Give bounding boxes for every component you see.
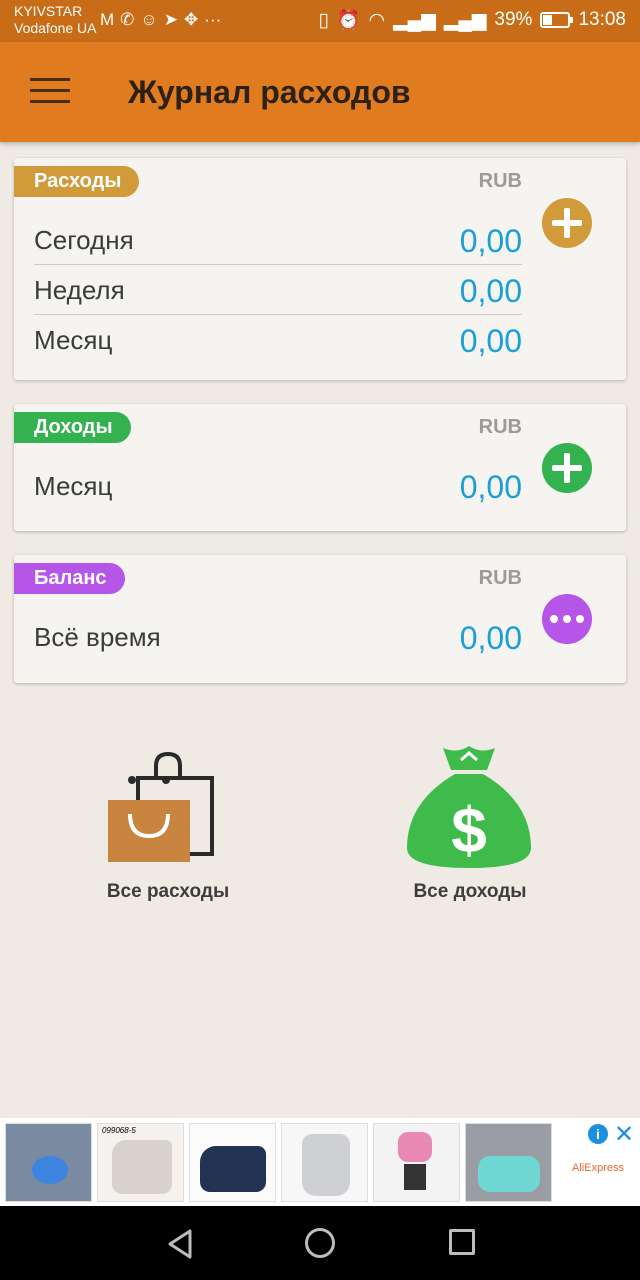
money-bag-icon: $ (407, 746, 531, 868)
gmail-icon: M (100, 10, 115, 29)
more-icon: ··· (204, 10, 222, 29)
telegram-icon: ➤ (163, 10, 179, 29)
row-label: Всё время (34, 622, 161, 652)
row-value: 0,00 (459, 323, 522, 359)
svg-text:$: $ (451, 794, 487, 866)
ad-image-robot[interactable] (373, 1123, 460, 1202)
notification-icons: M ✆ ☺ ➤ ✥ ··· (100, 10, 221, 30)
signal-icon-2: ▂▄▆ (443, 9, 487, 31)
balance-tag: Баланс (14, 563, 125, 594)
carrier-name-1: KYIVSTAR (14, 3, 83, 19)
battery-icon (540, 12, 574, 28)
battery-percent: 39% (494, 9, 533, 30)
viber-icon: ✆ (120, 10, 135, 29)
income-currency: RUB (478, 416, 522, 438)
carrier-name-2: Vodafone UA (14, 20, 97, 36)
ad-brand-logo[interactable]: AliExpress (560, 1162, 636, 1174)
row-value: 0,00 (459, 273, 522, 309)
carrier-info: KYIVSTAR Vodafone UA (14, 3, 97, 37)
balance-more-button[interactable] (542, 594, 592, 644)
messenger-icon: ☺ (140, 10, 158, 29)
add-expense-button[interactable] (542, 198, 592, 248)
alarm-icon: ⏰ (336, 10, 361, 31)
status-indicators: ▯ ⏰ ◠ ▂▄▆ ▂▄▆ 39% 13:08 (318, 8, 626, 32)
home-icon[interactable] (305, 1228, 335, 1258)
expenses-row-month: Месяц 0,00 (34, 315, 522, 365)
menu-icon[interactable] (30, 78, 70, 106)
recent-apps-icon[interactable] (449, 1229, 475, 1255)
balance-card[interactable]: Баланс RUB Всё время 0,00 (14, 555, 626, 683)
ad-image-boots-2[interactable] (189, 1123, 276, 1202)
ad-product-code: 099068-5 (102, 1126, 136, 1135)
system-nav-bar (0, 1206, 640, 1280)
ad-banner[interactable]: 099068-5 i ✕ AliExpress (0, 1118, 640, 1206)
row-label: Неделя (34, 275, 125, 305)
page-title: Журнал расходов (128, 74, 411, 110)
income-card[interactable]: Доходы RUB Месяц 0,00 (14, 404, 626, 531)
row-label: Сегодня (34, 225, 134, 255)
all-income-link[interactable]: $ Все доходы (360, 740, 580, 903)
wifi-icon: ◠ (368, 9, 386, 31)
row-value: 0,00 (459, 223, 522, 259)
ad-image-boots-3[interactable] (281, 1123, 368, 1202)
expenses-card[interactable]: Расходы RUB Сегодня 0,00 Неделя 0,00 Мес… (14, 158, 626, 380)
signal-icon-1: ▂▄▆ (393, 9, 436, 31)
row-value: 0,00 (459, 620, 522, 656)
add-income-button[interactable] (542, 443, 592, 493)
vibrate-icon: ▯ (318, 9, 329, 31)
all-expenses-link[interactable]: Все расходы (58, 740, 278, 903)
more-dots-icon (542, 594, 592, 644)
income-tag: Доходы (14, 412, 131, 443)
expenses-tag: Расходы (14, 166, 140, 197)
expenses-currency: RUB (478, 170, 522, 192)
ad-close-icon[interactable]: ✕ (614, 1120, 634, 1149)
clock: 13:08 (578, 9, 626, 30)
ad-image-boots-1[interactable]: 099068-5 (97, 1123, 184, 1202)
back-icon[interactable] (166, 1228, 194, 1260)
expenses-row-today: Сегодня 0,00 (34, 215, 522, 265)
ad-image-face[interactable] (5, 1123, 92, 1202)
all-income-label: Все доходы (413, 881, 527, 902)
move-icon: ✥ (184, 10, 199, 29)
shopping-bag-icon (108, 751, 214, 862)
app-bar: Журнал расходов (0, 42, 640, 142)
row-value: 0,00 (459, 469, 522, 505)
income-row-month: Месяц 0,00 (34, 461, 522, 511)
ad-info-icon[interactable]: i (588, 1124, 608, 1144)
balance-currency: RUB (478, 567, 522, 589)
row-label: Месяц (34, 471, 113, 501)
row-label: Месяц (34, 325, 113, 355)
balance-row-all-time: Всё время 0,00 (34, 612, 522, 662)
ad-image-snow-boots[interactable] (465, 1123, 552, 1202)
status-bar: KYIVSTAR Vodafone UA M ✆ ☺ ➤ ✥ ··· ▯ ⏰ ◠… (0, 0, 640, 42)
all-expenses-label: Все расходы (106, 881, 230, 902)
expenses-row-week: Неделя 0,00 (34, 265, 522, 315)
